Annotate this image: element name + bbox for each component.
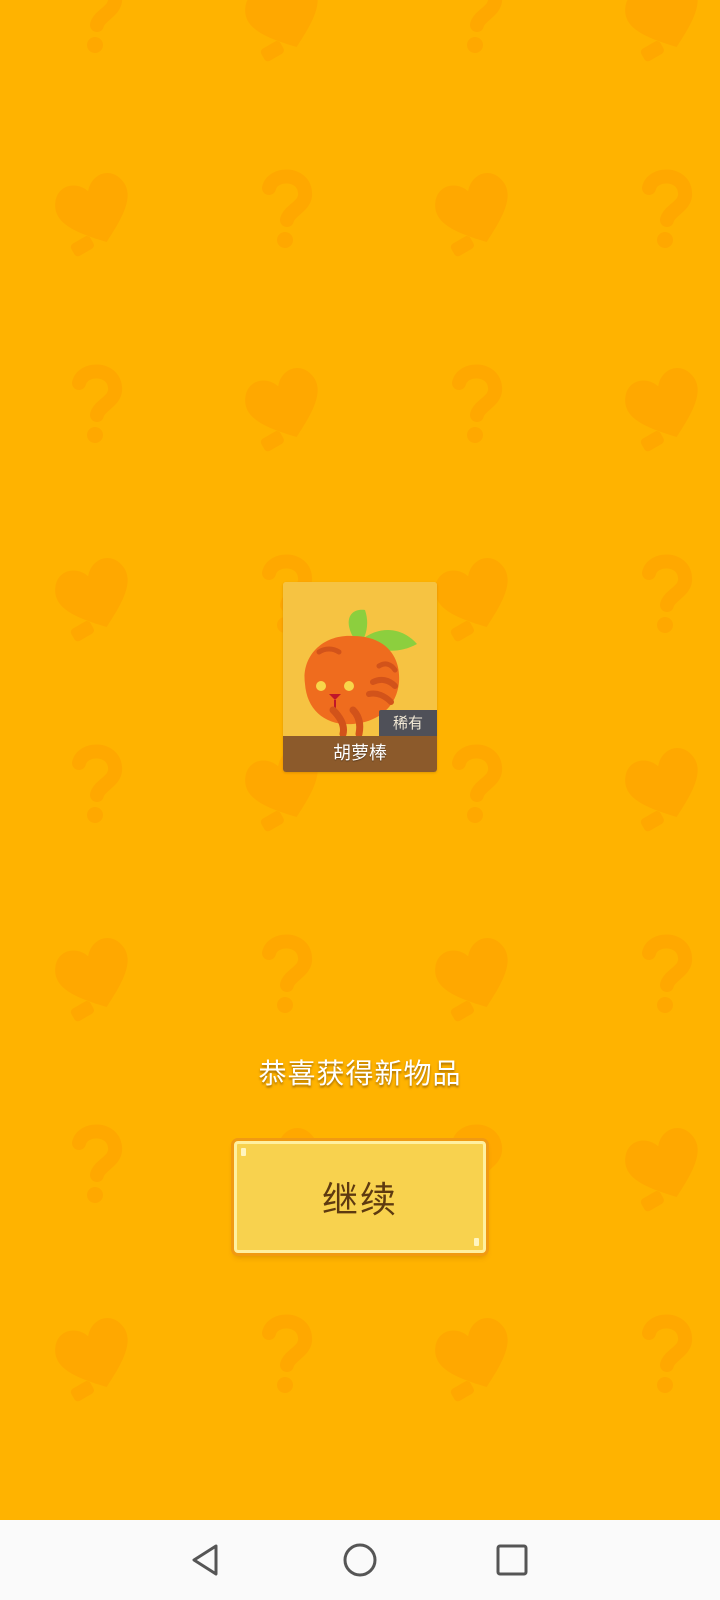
button-corner-dot <box>474 1238 479 1246</box>
recents-icon <box>496 1544 528 1576</box>
app-screen: 稀有 胡萝棒 恭喜获得新物品 继续 <box>0 0 720 1600</box>
home-icon <box>343 1543 377 1577</box>
continue-label: 继续 <box>321 1180 398 1221</box>
reward-item-card: 稀有 胡萝棒 <box>283 582 437 772</box>
rarity-badge: 稀有 <box>379 710 437 736</box>
back-icon <box>192 1544 218 1576</box>
button-corner-dot <box>241 1148 246 1156</box>
system-navigation-bar <box>0 1520 720 1600</box>
congrats-message: 恭喜获得新物品 <box>258 1057 462 1090</box>
item-name: 胡萝棒 <box>283 736 437 772</box>
continue-button[interactable]: 继续 <box>234 1141 486 1253</box>
nav-recents-button[interactable] <box>490 1538 534 1582</box>
nav-back-button[interactable] <box>184 1538 228 1582</box>
nav-home-button[interactable] <box>338 1538 382 1582</box>
reward-screen: 稀有 胡萝棒 恭喜获得新物品 继续 <box>0 0 720 1520</box>
